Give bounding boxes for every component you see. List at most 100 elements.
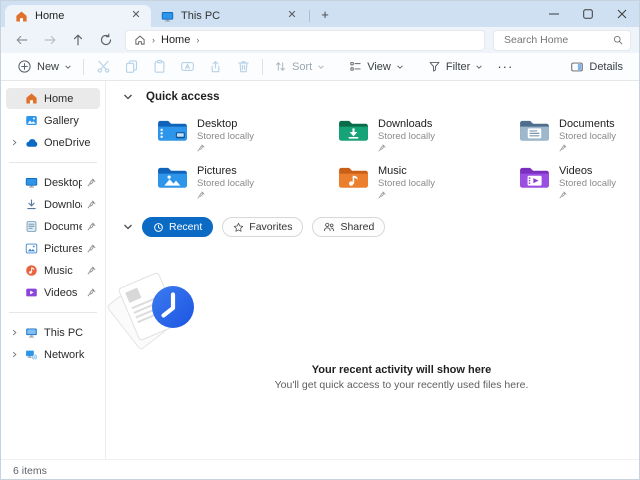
sidebar-item-network[interactable]: Network <box>6 344 100 365</box>
folder-status: Stored locally <box>559 131 617 142</box>
sidebar-item-music[interactable]: Music <box>6 260 100 281</box>
tab-label: Home <box>35 10 65 22</box>
filter-shared-button[interactable]: Shared <box>312 217 386 237</box>
quick-access-header[interactable]: Quick access <box>123 91 639 103</box>
quick-access-item-downloads[interactable]: Downloads Stored locally <box>336 116 517 154</box>
plus-circle-icon <box>17 59 32 74</box>
pin-icon <box>378 144 435 152</box>
sidebar-item-pictures[interactable]: Pictures <box>6 238 100 259</box>
tab-divider <box>309 10 310 22</box>
back-button[interactable] <box>9 29 35 51</box>
pictures-icon <box>25 242 39 256</box>
quick-access-item-documents[interactable]: Documents Stored locally <box>517 116 639 154</box>
chevron-right-icon: › <box>152 35 155 45</box>
quick-access-item-desktop[interactable]: Desktop Stored locally <box>155 116 336 154</box>
up-button[interactable] <box>65 29 91 51</box>
chevron-down-icon <box>397 64 403 69</box>
new-tab-button[interactable]: + <box>314 5 336 25</box>
navigation-pane: Home Gallery OneDrive Desktop Downlo Doc… <box>1 81 106 459</box>
quick-access-item-music[interactable]: Music Stored locally <box>336 163 517 201</box>
pill-label: Recent <box>169 221 203 233</box>
view-button[interactable]: View <box>343 55 410 79</box>
folder-name: Desktop <box>197 118 238 130</box>
sidebar-item-downloads[interactable]: Downloads <box>6 194 100 215</box>
filter-recent-button[interactable]: Recent <box>142 217 214 237</box>
view-label: View <box>367 60 391 73</box>
filter-favorites-button[interactable]: Favorites <box>222 217 304 237</box>
folder-status: Stored locally <box>378 131 436 142</box>
chevron-right-icon[interactable] <box>8 349 20 361</box>
chevron-down-icon <box>318 64 324 69</box>
sidebar-divider <box>9 162 97 163</box>
close-tab-icon[interactable]: ✕ <box>285 9 299 23</box>
sidebar-item-gallery[interactable]: Gallery <box>6 110 100 131</box>
folder-name: Videos <box>559 165 593 177</box>
sidebar-item-documents[interactable]: Documents <box>6 216 100 237</box>
details-button[interactable]: Details <box>564 55 629 79</box>
sidebar-item-label: Documents <box>44 220 82 233</box>
chevron-right-icon[interactable] <box>8 137 20 149</box>
sidebar-item-label: Pictures <box>44 242 82 255</box>
section-title: Quick access <box>146 91 220 103</box>
chevron-down-icon[interactable] <box>123 92 133 102</box>
recent-activity-illustration <box>107 272 194 350</box>
chevron-down-icon <box>65 64 71 69</box>
sort-button[interactable]: Sort <box>268 55 331 79</box>
quick-access-grid: Desktop Stored locally Downloads Stored … <box>155 116 639 201</box>
content-pane: Quick access Desktop Stored locally Down… <box>106 81 639 459</box>
address-bar[interactable]: › Home › <box>125 29 485 51</box>
pin-icon <box>87 200 96 209</box>
new-button[interactable]: New <box>11 55 78 79</box>
sidebar-item-desktop[interactable]: Desktop <box>6 172 100 193</box>
sidebar-item-videos[interactable]: Videos <box>6 282 100 303</box>
sidebar-item-label: Videos <box>44 286 78 299</box>
more-options-button[interactable]: ··· <box>489 59 521 74</box>
activity-section-header: Recent Favorites Shared <box>123 217 639 237</box>
sidebar-item-label: Downloads <box>44 198 82 211</box>
breadcrumb-home-icon[interactable] <box>134 34 146 46</box>
breadcrumb-item[interactable]: Home <box>161 34 190 46</box>
chevron-right-icon: › <box>196 35 200 45</box>
search-input[interactable] <box>502 33 612 47</box>
chevron-down-icon[interactable] <box>123 222 133 232</box>
gallery-icon <box>25 114 39 128</box>
item-count: 6 items <box>13 464 47 477</box>
sidebar-item-onedrive[interactable]: OneDrive <box>6 132 100 153</box>
details-label: Details <box>589 60 623 73</box>
sidebar-item-home[interactable]: Home <box>6 88 100 109</box>
sidebar-item-label: Network <box>44 348 85 361</box>
pin-icon <box>197 144 254 152</box>
onedrive-cloud-icon <box>25 136 39 150</box>
download-icon <box>25 198 39 212</box>
pin-icon <box>87 288 96 297</box>
empty-state-subtitle: You'll get quick access to your recently… <box>274 379 529 391</box>
close-window-button[interactable] <box>605 1 639 27</box>
paste-button[interactable] <box>145 55 173 79</box>
forward-button[interactable] <box>37 29 63 51</box>
minimize-button[interactable] <box>537 1 571 27</box>
search-box[interactable] <box>493 29 631 51</box>
tab-this-pc[interactable]: This PC ✕ <box>151 5 307 27</box>
rename-button[interactable] <box>173 55 201 79</box>
quick-access-item-videos[interactable]: Videos Stored locally <box>517 163 639 201</box>
maximize-button[interactable] <box>571 1 605 27</box>
refresh-button[interactable] <box>93 29 119 51</box>
cut-button[interactable] <box>89 55 117 79</box>
videos-folder-icon <box>519 165 550 190</box>
clock-icon <box>154 222 163 232</box>
chevron-down-icon <box>476 64 483 69</box>
tab-home[interactable]: Home ✕ <box>5 5 151 27</box>
folder-name: Pictures <box>197 165 237 177</box>
desktop-icon <box>25 176 39 190</box>
copy-button[interactable] <box>117 55 145 79</box>
filter-button[interactable]: Filter <box>422 55 489 79</box>
chevron-right-icon[interactable] <box>8 327 20 339</box>
quick-access-item-pictures[interactable]: Pictures Stored locally <box>155 163 336 201</box>
delete-button[interactable] <box>229 55 257 79</box>
share-button[interactable] <box>201 55 229 79</box>
sidebar-item-label: Desktop <box>44 176 82 189</box>
sidebar-item-this-pc[interactable]: This PC <box>6 322 100 343</box>
sidebar-item-label: OneDrive <box>44 136 91 149</box>
close-tab-icon[interactable]: ✕ <box>129 9 143 23</box>
downloads-folder-icon <box>338 118 369 143</box>
